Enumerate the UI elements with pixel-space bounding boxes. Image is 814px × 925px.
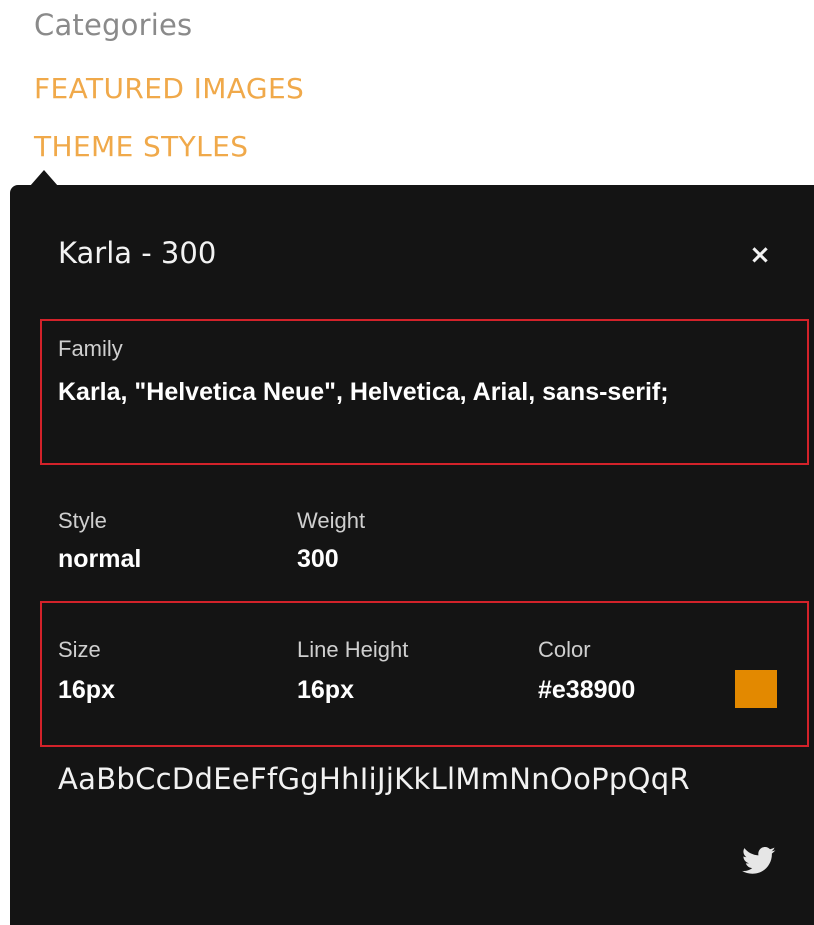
color-value: #e38900 xyxy=(538,676,636,704)
popover-pointer xyxy=(30,170,58,186)
weight-label: Weight xyxy=(297,508,366,533)
family-label: Family xyxy=(58,336,123,361)
line-height-label: Line Height xyxy=(297,637,409,662)
size-value: 16px xyxy=(58,676,115,704)
category-link-theme-styles[interactable]: THEME STYLES xyxy=(34,130,248,163)
color-label: Color xyxy=(538,637,591,662)
size-label: Size xyxy=(58,637,101,662)
popover-title: Karla - 300 xyxy=(58,236,217,270)
font-sample-text: AaBbCcDdEeFfGgHhIiJjKkLlMmNnOoPpQqR xyxy=(58,762,690,796)
category-link-featured-images[interactable]: FEATURED IMAGES xyxy=(34,72,304,105)
family-value: Karla, "Helvetica Neue", Helvetica, Aria… xyxy=(58,378,669,406)
metrics-highlight-box xyxy=(40,601,809,747)
color-swatch xyxy=(735,670,777,708)
line-height-value: 16px xyxy=(297,676,354,704)
style-label: Style xyxy=(58,508,107,533)
twitter-icon[interactable] xyxy=(742,846,776,876)
weight-value: 300 xyxy=(297,545,339,573)
close-button[interactable]: × xyxy=(745,238,775,272)
categories-heading: Categories xyxy=(34,8,193,42)
style-value: normal xyxy=(58,545,142,573)
